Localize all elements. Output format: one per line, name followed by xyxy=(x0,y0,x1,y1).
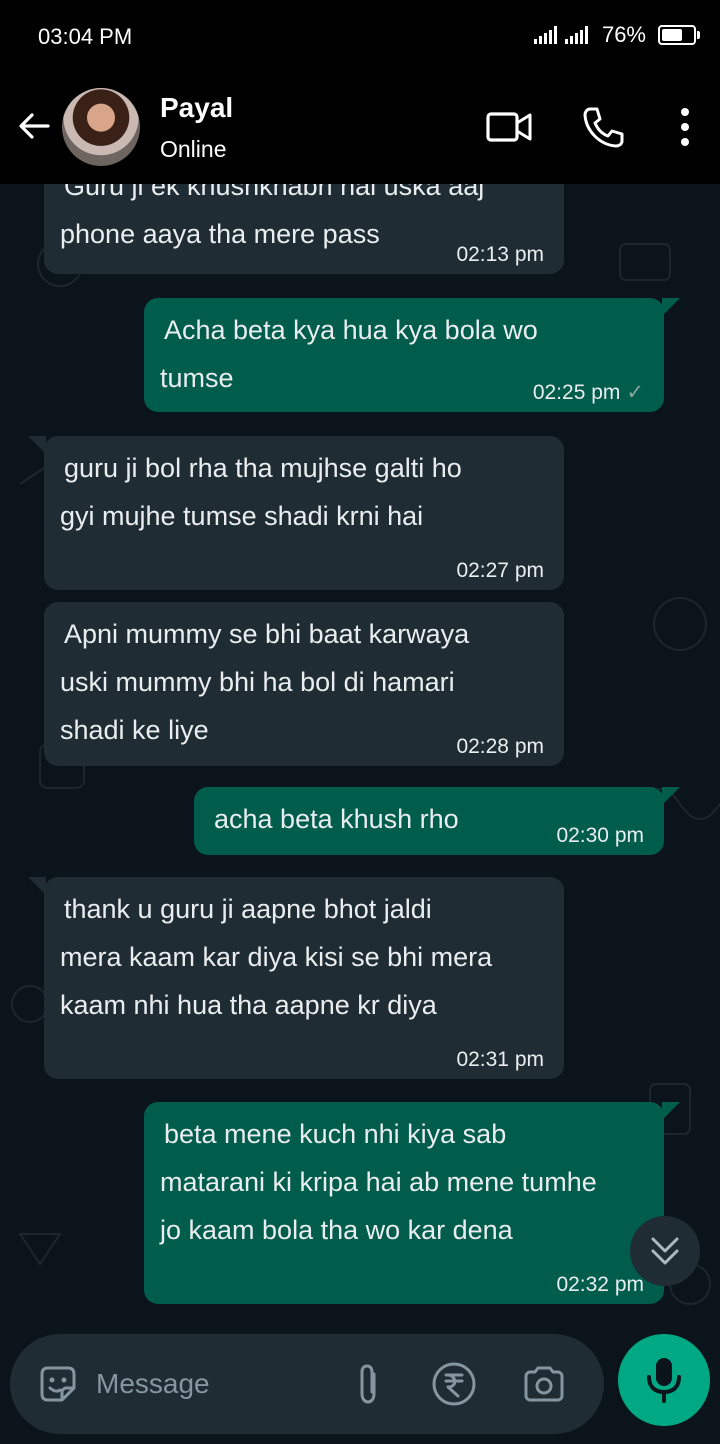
outgoing-message[interactable]: acha beta khush rho 02:30 pm xyxy=(194,787,680,855)
message-line: thank u guru ji aapne bhot jaldi xyxy=(64,894,432,924)
message-line: matarani ki kripa hai ab mene tumhe xyxy=(160,1167,597,1197)
message-line: jo kaam bola tha wo kar dena xyxy=(160,1215,513,1245)
battery-icon xyxy=(658,25,700,45)
message-composer[interactable]: Message xyxy=(10,1334,604,1434)
message-line: kaam nhi hua tha aapne kr diya xyxy=(60,990,437,1020)
message-time: 02:27 pm xyxy=(456,559,544,582)
mic-icon xyxy=(647,1358,681,1403)
sticker-icon[interactable] xyxy=(34,1360,82,1408)
incoming-message[interactable]: thank u guru ji aapne bhot jaldi mera kaa… xyxy=(28,877,564,1079)
message-time: 02:25 pm ✓ xyxy=(532,381,644,404)
avatar[interactable] xyxy=(62,88,140,166)
message-input[interactable]: Message xyxy=(96,1368,210,1400)
message-line: Apni mummy se bhi baat karwaya xyxy=(64,619,470,649)
message-text: guru ji bol rha tha mujhse galti ho gyi m… xyxy=(44,436,564,540)
message-time: 02:32 pm xyxy=(556,1273,644,1296)
incoming-message[interactable]: Guru ji ek khushkhabri hai uska aaj phone… xyxy=(44,184,564,274)
video-call-icon[interactable] xyxy=(484,102,534,152)
phone-icon[interactable] xyxy=(578,102,628,152)
message-line: guru ji bol rha tha mujhse galti ho xyxy=(64,453,462,483)
paperclip-icon[interactable] xyxy=(344,1360,392,1408)
message-line: Acha beta kya hua kya bola wo xyxy=(164,315,538,345)
message-text: beta mene kuch nhi kiya sab matarani ki k… xyxy=(144,1102,664,1254)
more-vert-icon[interactable] xyxy=(660,102,710,152)
message-time: 02:13 pm xyxy=(456,243,544,266)
signal-icon xyxy=(564,26,588,44)
message-line: Guru ji ek khushkhabri hai uska aaj xyxy=(64,184,485,201)
contact-presence: Online xyxy=(160,136,227,162)
message-time: 02:28 pm xyxy=(456,735,544,758)
message-line: mera kaam kar diya kisi se bhi mera xyxy=(60,942,493,972)
status-bar: 03:04 PM 76% xyxy=(0,0,720,78)
bubble-tail xyxy=(662,298,680,316)
message-text: thank u guru ji aapne bhot jaldi mera kaa… xyxy=(44,877,564,1029)
status-time: 03:04 PM xyxy=(38,24,133,49)
incoming-message[interactable]: Apni mummy se bhi baat karwaya uski mummy… xyxy=(44,602,564,766)
incoming-message[interactable]: guru ji bol rha tha mujhse galti ho gyi m… xyxy=(28,436,564,590)
message-time: 02:30 pm xyxy=(556,824,644,847)
message-line: beta mene kuch nhi kiya sab xyxy=(164,1119,507,1149)
message-list[interactable]: Guru ji ek khushkhabri hai uska aaj phone… xyxy=(0,184,720,1334)
check-icon: ✓ xyxy=(626,381,644,404)
contact-name[interactable]: Payal xyxy=(160,92,233,124)
battery-percent: 76% xyxy=(601,22,646,47)
message-text: Apni mummy se bhi baat karwaya uski mummy… xyxy=(44,602,564,754)
signal-icon xyxy=(533,26,557,44)
chevrons-down-icon xyxy=(651,1237,679,1265)
bubble-tail xyxy=(662,787,680,805)
back-arrow-icon[interactable] xyxy=(14,106,54,146)
status-indicators: 76% xyxy=(533,22,700,48)
scroll-to-bottom-button[interactable] xyxy=(630,1216,700,1286)
bubble-tail xyxy=(28,436,46,454)
outgoing-message[interactable]: Acha beta kya hua kya bola wo tumse 02:25 … xyxy=(144,298,680,412)
voice-record-button[interactable] xyxy=(618,1334,710,1426)
camera-icon[interactable] xyxy=(520,1360,568,1408)
bubble-tail xyxy=(28,877,46,895)
message-line: gyi mujhe tumse shadi krni hai xyxy=(60,501,424,531)
message-time: 02:31 pm xyxy=(456,1048,544,1071)
rupee-icon[interactable] xyxy=(430,1360,478,1408)
message-line: uski mummy bhi ha bol di hamari xyxy=(60,667,455,697)
chat-header: Payal Online xyxy=(0,78,720,184)
outgoing-message[interactable]: beta mene kuch nhi kiya sab matarani ki k… xyxy=(144,1102,680,1304)
bubble-tail xyxy=(662,1102,680,1120)
